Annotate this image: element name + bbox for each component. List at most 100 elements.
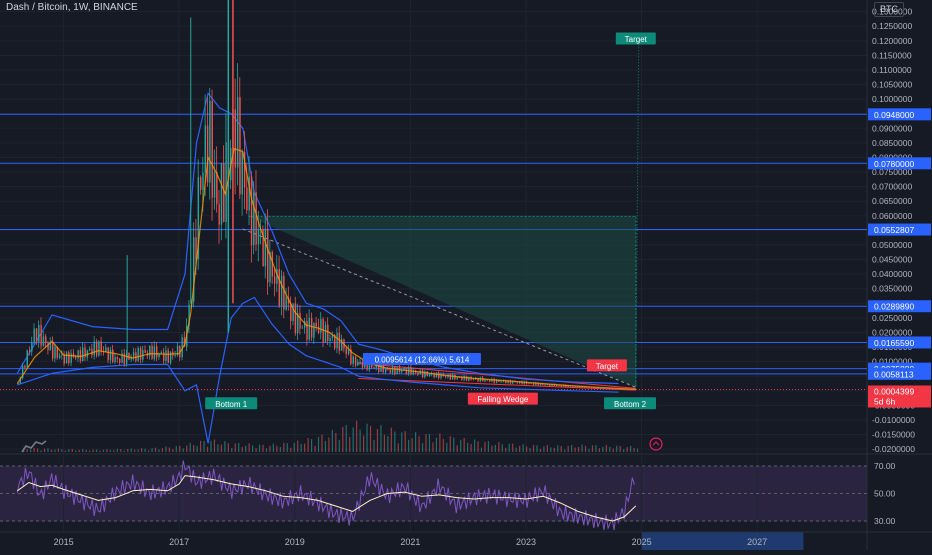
candle-body xyxy=(93,341,96,356)
candle-body xyxy=(132,352,135,357)
currency-badge[interactable]: BTC xyxy=(874,2,904,17)
volume-bar xyxy=(512,443,514,452)
volume-bar xyxy=(210,440,212,452)
volume-bar xyxy=(463,437,465,452)
volume-bar xyxy=(168,447,170,452)
volume-bar xyxy=(380,425,382,452)
volume-bar xyxy=(203,440,205,452)
volume-bar xyxy=(428,433,431,452)
volume-bar xyxy=(193,444,195,452)
candle-body xyxy=(58,355,61,358)
candle-body xyxy=(239,97,241,195)
volume-bar xyxy=(276,445,278,452)
level-axis-label: 0.0552807 xyxy=(874,225,914,235)
chart-canvas[interactable]: Target Target Bottom 1 Bottom 2 Falling Wedg… xyxy=(0,0,932,550)
current-price-label: 0.0004399 xyxy=(874,386,914,396)
candle-body xyxy=(428,374,431,376)
volume-bar xyxy=(123,450,125,452)
volume-bar xyxy=(43,448,46,452)
volume-bar xyxy=(453,437,455,452)
volume-bar xyxy=(64,450,66,452)
volume-bar xyxy=(564,449,566,452)
time-axis-tick: 2023 xyxy=(516,537,536,547)
volume-bar xyxy=(220,444,222,452)
price-axis-tick: 0.0700000 xyxy=(872,182,912,192)
volume-bar xyxy=(532,444,535,452)
volume-bar xyxy=(297,440,299,452)
symbol-title[interactable]: Dash / Bitcoin, 1W, BINANCE xyxy=(6,2,138,13)
target-label-mid: Target xyxy=(596,362,619,371)
chart-root[interactable]: Target Target Bottom 1 Bottom 2 Falling Wedg… xyxy=(0,0,932,550)
volume-bar xyxy=(47,448,49,452)
candle-body xyxy=(45,336,47,343)
candle-body xyxy=(354,356,357,366)
candle-body xyxy=(336,332,338,349)
volume-bar xyxy=(293,443,295,452)
candle-body xyxy=(396,367,398,374)
volume-bar xyxy=(99,450,101,452)
candle-body xyxy=(31,342,33,352)
price-axis-tick: 0.1150000 xyxy=(872,50,912,60)
price-axis-tick: 0.0450000 xyxy=(872,255,912,265)
candle-body xyxy=(292,303,294,321)
volume-bar xyxy=(262,444,264,452)
volume-bar xyxy=(362,435,365,452)
volume-bar xyxy=(89,450,91,452)
candle-body xyxy=(116,357,119,360)
price-axis-tick: 0.1050000 xyxy=(872,80,912,90)
candle-body xyxy=(394,366,396,374)
candle-body xyxy=(100,341,102,351)
volume-bar xyxy=(619,446,621,452)
time-axis-tick: 2015 xyxy=(54,537,74,547)
volume-bar xyxy=(342,426,344,452)
candle-body xyxy=(218,204,220,225)
candle-body xyxy=(301,327,304,329)
volume-bar xyxy=(109,449,112,452)
candle-body xyxy=(255,192,257,245)
volume-bar xyxy=(71,449,73,452)
volume-bar xyxy=(33,447,35,452)
volume-bar xyxy=(106,449,108,452)
price-axis-tick: 0.1250000 xyxy=(872,21,912,31)
candle-body xyxy=(216,172,218,205)
volume-bar xyxy=(560,446,562,452)
volume-bar xyxy=(175,445,177,452)
bottom-2-label: Bottom 2 xyxy=(614,400,647,409)
candle-body xyxy=(380,364,382,372)
candle-body xyxy=(220,163,223,225)
volume-bar xyxy=(623,449,625,452)
volume-bar xyxy=(442,438,444,452)
price-axis-tick: 0.0250000 xyxy=(872,313,912,323)
volume-bar xyxy=(206,446,209,452)
volume-bar xyxy=(626,447,628,452)
candle-body xyxy=(236,97,239,168)
candle-body xyxy=(308,317,311,340)
volume-bar xyxy=(460,439,462,452)
volume-bar xyxy=(137,449,139,452)
volume-bar xyxy=(158,449,160,452)
volume-bar xyxy=(328,437,330,452)
volume-bar xyxy=(307,437,309,452)
volume-bar xyxy=(338,440,340,452)
candle-body xyxy=(54,346,56,359)
volume-bar xyxy=(227,443,229,452)
candle-body xyxy=(500,381,502,383)
volume-bar xyxy=(359,429,361,452)
volume-bar xyxy=(151,448,153,452)
candle-body xyxy=(199,177,202,190)
candle-body xyxy=(599,388,602,389)
volume-bar xyxy=(36,448,39,452)
candle-body xyxy=(213,172,216,198)
volume-bar xyxy=(234,443,236,452)
volume-bar xyxy=(217,444,219,452)
volume-bar xyxy=(196,445,198,452)
candle-body xyxy=(234,109,237,168)
volume-bar xyxy=(258,444,261,452)
volume-bar xyxy=(317,436,320,452)
volume-bar xyxy=(147,450,150,452)
volume-bar xyxy=(265,448,268,452)
volume-bar xyxy=(279,446,281,452)
volume-bar xyxy=(505,447,507,452)
candle-body xyxy=(174,355,176,356)
candle-body xyxy=(278,269,280,307)
